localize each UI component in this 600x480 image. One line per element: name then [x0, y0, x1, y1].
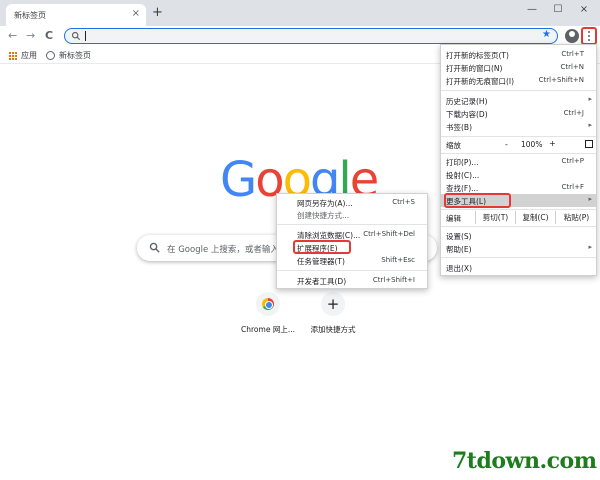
bookmark-apps[interactable]: 应用 — [9, 50, 37, 61]
menu-item-new-window[interactable]: 打开新的窗口(N) Ctrl+N — [441, 61, 596, 74]
new-tab-button[interactable]: + — [152, 6, 163, 20]
chrome-menu-button[interactable] — [581, 27, 597, 45]
minimize-icon[interactable]: — — [522, 4, 542, 15]
bookmark-new-tab[interactable]: 新标签页 — [46, 50, 91, 61]
shortcut-label: 添加快捷方式 — [310, 325, 356, 334]
zoom-level: 100% — [521, 140, 543, 149]
zoom-out-button[interactable]: - — [505, 140, 508, 149]
search-icon — [71, 31, 81, 41]
chrome-main-menu: 打开新的标签页(T) Ctrl+T 打开新的窗口(N) Ctrl+N 打开新的无痕窗… — [440, 44, 597, 276]
zoom-in-button[interactable]: + — [549, 139, 556, 148]
apps-icon — [9, 51, 17, 60]
title-bar: 新标签页 × + — ☐ × — [0, 0, 600, 26]
menu-item-create-shortcut[interactable]: 创建快捷方式... — [277, 208, 427, 221]
more-tools-submenu: 网页另存为(A)... Ctrl+S 创建快捷方式... 清除浏览数据(C)...… — [276, 193, 428, 289]
menu-item-bookmarks[interactable]: 书签(B) ▸ — [441, 120, 596, 133]
maximize-icon[interactable]: ☐ — [548, 4, 568, 15]
forward-icon[interactable]: → — [26, 29, 35, 43]
menu-row-edit: 编辑 剪切(T) 复制(C) 粘贴(P) — [441, 211, 596, 224]
add-icon: + — [321, 292, 345, 316]
menu-item-incognito[interactable]: 打开新的无痕窗口(I) Ctrl+Shift+N — [441, 74, 596, 87]
profile-avatar-icon[interactable] — [565, 29, 579, 43]
back-icon[interactable]: ← — [8, 29, 17, 43]
bookmark-label: 应用 — [21, 51, 37, 60]
menu-item-dev-tools[interactable]: 开发者工具(D) Ctrl+Shift+I — [277, 274, 427, 287]
menu-item-exit[interactable]: 退出(X) — [441, 261, 596, 274]
paste-button[interactable]: 粘贴(P) — [555, 211, 597, 224]
tab-close-icon[interactable]: × — [132, 8, 140, 19]
menu-item-help[interactable]: 帮助(E) ▸ — [441, 242, 596, 255]
reload-icon[interactable]: C — [45, 29, 53, 43]
chrome-icon — [262, 298, 274, 310]
menu-item-print[interactable]: 打印(P)... Ctrl+P — [441, 155, 596, 168]
menu-item-settings[interactable]: 设置(S) — [441, 229, 596, 242]
shortcut-label: Chrome 网上... — [241, 325, 295, 334]
chevron-right-icon: ▸ — [588, 243, 592, 251]
menu-item-new-tab[interactable]: 打开新的标签页(T) Ctrl+T — [441, 48, 596, 61]
menu-item-task-manager[interactable]: 任务管理器(T) Shift+Esc — [277, 254, 427, 267]
bookmark-label: 新标签页 — [59, 51, 91, 60]
toolbar: ← → C ★ — [0, 26, 600, 46]
tab-title: 新标签页 — [14, 11, 46, 20]
cut-button[interactable]: 剪切(T) — [475, 211, 515, 224]
window-close-icon[interactable]: × — [574, 4, 594, 15]
address-bar[interactable]: ★ — [64, 28, 558, 44]
menu-item-history[interactable]: 历史记录(H) ▸ — [441, 94, 596, 107]
copy-button[interactable]: 复制(C) — [515, 211, 555, 224]
chevron-right-icon: ▸ — [588, 121, 592, 129]
menu-item-cast[interactable]: 投射(C)... — [441, 168, 596, 181]
highlight-more-tools — [444, 193, 511, 208]
shortcut-add[interactable]: + 添加快捷方式 — [298, 292, 368, 335]
globe-icon — [46, 51, 55, 60]
search-icon — [149, 242, 160, 253]
chevron-right-icon: ▸ — [588, 95, 592, 103]
chevron-right-icon: ▸ — [588, 195, 592, 203]
fullscreen-icon[interactable] — [585, 140, 593, 148]
menu-item-downloads[interactable]: 下载内容(D) Ctrl+J — [441, 107, 596, 120]
tab-new-tab[interactable]: 新标签页 × — [6, 4, 146, 26]
site-watermark: 7tdown.com — [452, 448, 597, 474]
shortcut-chrome-store[interactable]: Chrome 网上... — [233, 292, 303, 335]
text-caret — [85, 31, 86, 41]
highlight-extensions — [293, 240, 351, 254]
menu-item-zoom: 缩放 - 100% + — [441, 138, 596, 151]
bookmark-star-icon[interactable]: ★ — [542, 29, 551, 40]
